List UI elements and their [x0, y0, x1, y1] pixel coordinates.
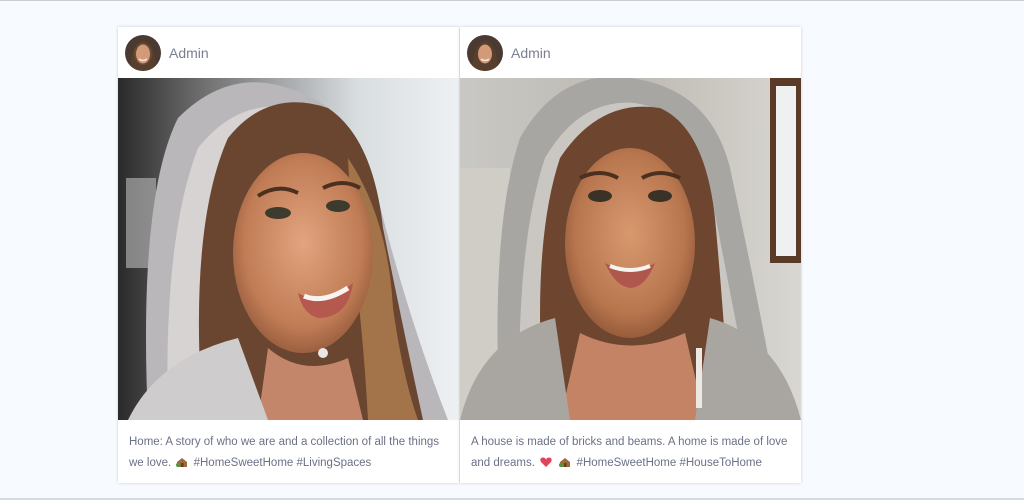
top-divider — [0, 0, 1024, 1]
heart-icon — [540, 454, 552, 467]
post-image[interactable] — [460, 78, 801, 420]
post-header: Admin — [118, 27, 459, 78]
post-caption: A house is made of bricks and beams. A h… — [460, 420, 801, 474]
house-with-garden-icon — [559, 454, 571, 467]
post-header: Admin — [460, 27, 801, 78]
avatar[interactable] — [125, 34, 161, 71]
post-card: Admin — [118, 27, 459, 483]
post-image[interactable] — [118, 78, 459, 420]
hashtags[interactable]: #HomeSweetHome #HouseToHome — [577, 457, 762, 469]
avatar[interactable] — [467, 34, 503, 71]
hashtags[interactable]: #HomeSweetHome #LivingSpaces — [194, 457, 372, 469]
author-name[interactable]: Admin — [511, 45, 551, 61]
author-name[interactable]: Admin — [169, 45, 209, 61]
post-card: Admin — [460, 27, 801, 483]
post-caption: Home: A story of who we are and a collec… — [118, 420, 459, 474]
house-with-garden-icon — [176, 454, 188, 467]
